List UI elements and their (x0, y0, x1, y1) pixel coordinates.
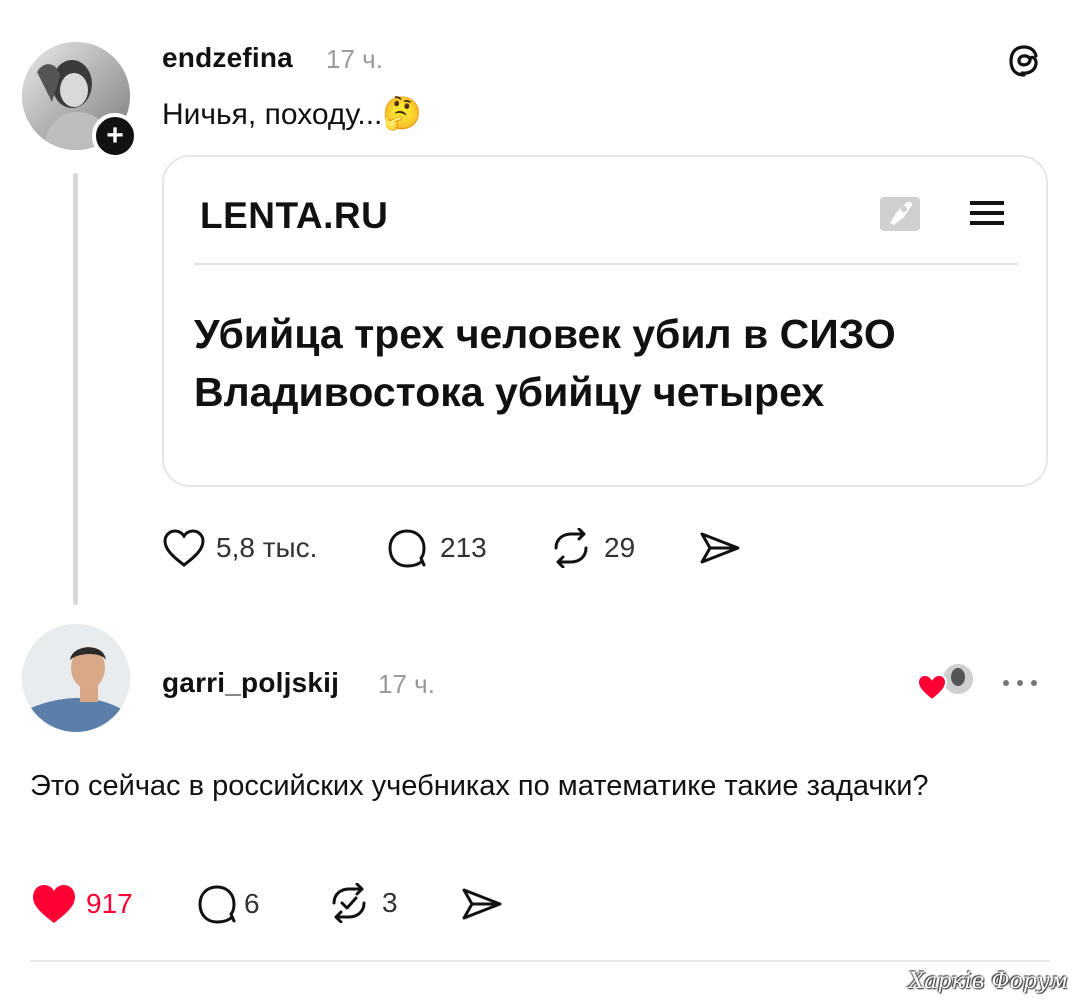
post-text: Ничья, походу...🤔 (162, 94, 422, 132)
card-headline: Убийца трех человек убил в СИЗО Владивос… (194, 311, 896, 415)
reply-button[interactable]: 213 (386, 528, 487, 568)
reply-username[interactable]: garri_poljskij (162, 667, 339, 699)
thinking-face-emoji: 🤔 (382, 95, 423, 131)
post-text-content: Ничья, походу... (162, 98, 383, 131)
heart-icon (163, 529, 205, 567)
comment-icon (198, 885, 236, 924)
reply-text: Это сейчас в российских учебниках по мат… (30, 770, 929, 802)
repost-icon (554, 528, 588, 568)
reply-repost-count: 3 (382, 887, 398, 918)
send-icon (700, 532, 740, 564)
reply-author-avatar[interactable] (22, 624, 130, 732)
like-count: 5,8 тыс. (216, 532, 318, 563)
reply-reply-button[interactable]: 6 (196, 884, 260, 924)
card-site-logo: LENTA.RU (200, 195, 389, 236)
send-icon (462, 888, 502, 920)
thread-connector-line (73, 173, 78, 605)
bottom-divider (30, 960, 1050, 962)
share-button[interactable] (698, 530, 742, 566)
reply-count: 213 (440, 532, 487, 563)
post-timestamp: 17 ч. (326, 44, 383, 74)
link-preview-card[interactable]: LENTA.RU Убийца трех человек убил в СИЗО… (162, 155, 1048, 487)
repost-button[interactable]: 29 (548, 528, 635, 568)
heart-filled-icon (33, 885, 75, 923)
threads-logo-icon[interactable] (1006, 43, 1042, 79)
menu-icon[interactable] (970, 199, 1006, 227)
reply-like-button[interactable]: 917 (30, 883, 133, 925)
reply-timestamp: 17 ч. (378, 669, 435, 699)
more-options-icon[interactable] (1000, 676, 1040, 688)
reply-repost-button[interactable]: 3 (326, 883, 398, 923)
follow-plus-button[interactable]: + (92, 113, 138, 159)
card-divider (194, 263, 1018, 265)
reply-like-count: 917 (86, 888, 133, 919)
like-button[interactable]: 5,8 тыс. (162, 528, 317, 568)
rocket-icon (876, 191, 924, 237)
reposted-icon (332, 883, 366, 923)
watermark-text: Харків Форум (908, 969, 1068, 994)
author-username[interactable]: endzefina (162, 42, 293, 74)
comment-icon (388, 529, 426, 568)
repost-count: 29 (604, 532, 636, 563)
reply-share-button[interactable] (460, 886, 504, 922)
liked-by-author-indicator (916, 660, 976, 702)
reply-reply-count: 6 (244, 888, 260, 919)
